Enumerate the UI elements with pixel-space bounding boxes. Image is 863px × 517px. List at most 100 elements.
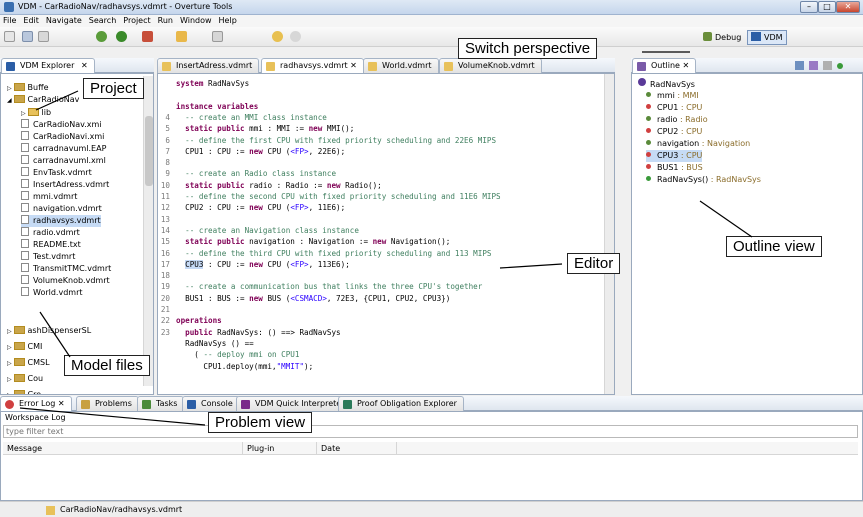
menu-window[interactable]: Window — [177, 15, 216, 25]
explorer-item[interactable]: CarRadioNavi.xmi — [21, 131, 104, 143]
close-icon[interactable]: ✕ — [350, 61, 357, 70]
tab-volumeknob[interactable]: VolumeKnob.vdmrt — [439, 58, 542, 73]
explorer-item[interactable]: ▷ Buffe — [7, 82, 49, 94]
explorer-item[interactable]: ▷ Cro — [7, 389, 42, 395]
outline-item[interactable]: navigation : Navigation — [646, 138, 750, 150]
explorer-item[interactable]: EnvTask.vdmrt — [21, 167, 92, 179]
scrollbar-thumb[interactable] — [145, 116, 153, 186]
column-message[interactable]: Message — [3, 442, 243, 455]
tab-vdm-explorer[interactable]: VDM Explorer ✕ — [1, 58, 95, 73]
explorer-item[interactable]: navigation.vdmrt — [21, 203, 102, 215]
explorer-item[interactable]: radio.vdmrt — [21, 227, 80, 239]
new-icon[interactable] — [4, 31, 15, 42]
outline-item[interactable]: CPU1 : CPU — [646, 102, 702, 114]
hide-fields-icon[interactable] — [809, 61, 818, 70]
tab-radhavsys[interactable]: radhavsys.vdmrt ✕ — [261, 58, 364, 73]
explorer-item[interactable]: carradnavuml.EAP — [21, 143, 106, 155]
close-button[interactable]: ✕ — [836, 1, 860, 13]
back-icon[interactable] — [272, 31, 283, 42]
outline-item-type: : BUS — [681, 163, 703, 172]
tab-proof-obligation-explorer[interactable]: Proof Obligation Explorer — [338, 396, 464, 411]
line-number: 7 — [165, 146, 170, 156]
error-log-panel: Error Log ✕ Problems Tasks Console VDM Q… — [0, 396, 863, 501]
filter-input[interactable] — [3, 425, 858, 438]
outline-item[interactable]: RadNavSys() : RadNavSys — [646, 174, 761, 186]
explorer-item[interactable]: ▷ CMI — [7, 341, 42, 353]
window-title: VDM - CarRadioNav/radhavsys.vdmrt - Over… — [18, 2, 233, 11]
explorer-item[interactable]: ▷ lib — [21, 107, 51, 119]
tab-tasks[interactable]: Tasks — [137, 396, 185, 411]
search-icon[interactable] — [176, 31, 187, 42]
code-line: RadNavSys () == — [158, 338, 254, 349]
menu-help[interactable]: Help — [216, 15, 241, 25]
explorer-item[interactable]: ◢ CarRadioNav — [7, 94, 79, 106]
tab-volumeknob-label: VolumeKnob.vdmrt — [458, 61, 535, 70]
explorer-item[interactable]: Test.vdmrt — [21, 251, 75, 263]
explorer-item-label: Cro — [27, 390, 42, 395]
hide-nonpublic-icon[interactable] — [837, 63, 843, 69]
tab-error-log[interactable]: Error Log ✕ — [0, 396, 72, 411]
outline-item[interactable]: CPU3 : CPU — [646, 150, 703, 162]
sort-icon[interactable] — [795, 61, 804, 70]
code-line: 15 static public navigation : Navigation… — [158, 236, 451, 247]
code-editor[interactable]: system RadNavSys instance variables 4 -- c… — [157, 73, 615, 395]
explorer-scrollbar[interactable] — [143, 76, 153, 386]
tab-vdm-quick-interpreter-label: VDM Quick Interpreter — [255, 399, 345, 408]
run-icon[interactable] — [116, 31, 127, 42]
code-text: static public navigation : Navigation :=… — [185, 237, 451, 247]
explorer-item[interactable]: carradnavuml.xml — [21, 155, 106, 167]
menu-navigate[interactable]: Navigate — [43, 15, 86, 25]
explorer-item[interactable]: InsertAdress.vdmrt — [21, 179, 109, 191]
tab-world[interactable]: World.vdmrt — [363, 58, 439, 73]
explorer-item[interactable]: radhavsys.vdmrt — [21, 215, 101, 227]
callout-editor: Editor — [567, 253, 621, 274]
tab-problems[interactable]: Problems — [76, 396, 139, 411]
explorer-item[interactable]: World.vdmrt — [21, 287, 83, 299]
menu-project[interactable]: Project — [120, 15, 154, 25]
menu-search[interactable]: Search — [86, 15, 120, 25]
perspective-vdm[interactable]: VDM — [747, 30, 787, 45]
editor-panel: InsertAdress.vdmrt radhavsys.vdmrt ✕ Wor… — [157, 58, 615, 395]
explorer-item[interactable]: mmi.vdmrt — [21, 191, 77, 203]
outline-item[interactable]: BUS1 : BUS — [646, 162, 703, 174]
perspective-debug[interactable]: Debug — [703, 31, 741, 44]
explorer-item[interactable]: VolumeKnob.vdmrt — [21, 275, 110, 287]
file-icon — [21, 203, 29, 212]
menu-edit[interactable]: Edit — [20, 15, 43, 25]
close-icon[interactable]: ✕ — [58, 399, 65, 408]
tools-icon[interactable] — [142, 31, 153, 42]
tab-insertadress[interactable]: InsertAdress.vdmrt — [157, 58, 260, 73]
explorer-item[interactable]: CarRadioNav.xmi — [21, 119, 102, 131]
explorer-item[interactable]: README.txt — [21, 239, 81, 251]
explorer-item[interactable]: ▷ Cou — [7, 373, 43, 385]
menu-run[interactable]: Run — [155, 15, 177, 25]
outline-item[interactable]: radio : Radio — [646, 114, 708, 126]
explorer-item[interactable]: ▷ CMSL — [7, 357, 50, 369]
minimize-button[interactable]: – — [800, 1, 818, 13]
code-text: instance variables — [176, 101, 259, 111]
code-text: CPU2 : CPU := new CPU (<FP>, 11E6); — [176, 203, 346, 213]
maximize-button[interactable]: □ — [818, 1, 836, 13]
explorer-item[interactable]: TransmitTMC.vdmrt — [21, 263, 111, 275]
tab-console[interactable]: Console — [182, 396, 240, 411]
explorer-item[interactable]: ▷ ashDispenserSL — [7, 325, 91, 337]
menu-file[interactable]: File — [0, 15, 20, 25]
po-icon — [343, 400, 352, 409]
hide-static-icon[interactable] — [823, 61, 832, 70]
forward-icon[interactable] — [290, 31, 301, 42]
close-icon[interactable]: ✕ — [683, 61, 690, 70]
outline-item[interactable]: CPU2 : CPU — [646, 126, 702, 138]
navigate-icon[interactable] — [212, 31, 223, 42]
print-icon[interactable] — [38, 31, 49, 42]
column-date[interactable]: Date — [317, 442, 397, 455]
debug-icon[interactable] — [96, 31, 107, 42]
outline-item[interactable]: mmi : MMI — [646, 90, 699, 102]
error-log-content: Workspace Log Message Plug-in Date — [0, 411, 863, 501]
close-icon[interactable]: ✕ — [81, 61, 88, 70]
editor-scrollbar[interactable] — [604, 74, 614, 394]
code-line: system RadNavSys — [158, 78, 249, 89]
column-plugin[interactable]: Plug-in — [243, 442, 317, 455]
tab-vdm-quick-interpreter[interactable]: VDM Quick Interpreter — [236, 396, 352, 411]
tab-outline[interactable]: Outline ✕ — [632, 58, 697, 73]
save-icon[interactable] — [22, 31, 33, 42]
